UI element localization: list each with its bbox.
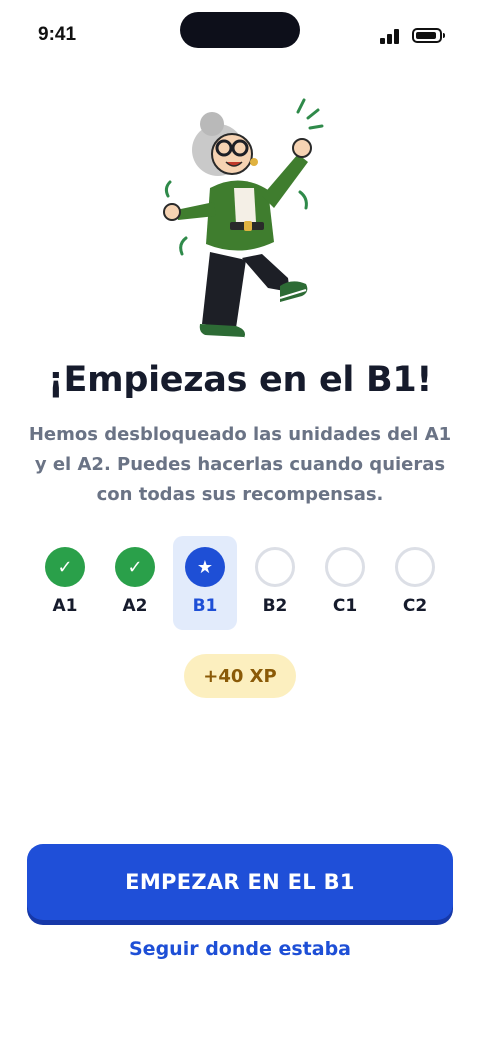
dynamic-island	[180, 12, 300, 48]
level-c2: C2	[383, 536, 447, 630]
level-label: B1	[192, 596, 218, 616]
start-b1-button[interactable]: EMPEZAR EN EL B1	[27, 844, 453, 920]
level-label: C2	[402, 596, 428, 616]
xp-badge: +40 XP	[184, 654, 296, 698]
level-b1: ★ B1	[173, 536, 237, 630]
check-icon: ✓	[45, 547, 85, 587]
continue-where-left-link[interactable]: Seguir donde estaba	[0, 938, 480, 960]
check-icon: ✓	[115, 547, 155, 587]
status-time: 9:41	[38, 24, 77, 45]
battery-icon	[412, 28, 445, 43]
empty-circle-icon	[325, 547, 365, 587]
level-label: A2	[122, 596, 148, 616]
level-a1: ✓ A1	[33, 536, 97, 630]
level-progress: ✓ A1 ✓ A2 ★ B1 B2 C1 C2	[30, 536, 450, 632]
subtitle-line: con todas sus recompensas.	[96, 484, 384, 505]
level-a2: ✓ A2	[103, 536, 167, 630]
level-c1: C1	[313, 536, 377, 630]
page-subtitle: Hemos desbloqueado las unidades del A1 y…	[28, 420, 452, 510]
level-label: A1	[52, 596, 78, 616]
status-bar: 9:41	[0, 0, 480, 72]
empty-circle-icon	[255, 547, 295, 587]
level-label: B2	[262, 596, 288, 616]
level-b2: B2	[243, 536, 307, 630]
empty-circle-icon	[395, 547, 435, 587]
dancing-grandma-illustration	[163, 98, 324, 339]
level-label: C1	[332, 596, 358, 616]
page-title: ¡Empiezas en el B1!	[47, 360, 433, 400]
star-icon: ★	[185, 547, 225, 587]
subtitle-line: Hemos desbloqueado las unidades del A1	[28, 424, 452, 445]
subtitle-line: y el A2. Puedes hacerlas cuando quieras	[34, 454, 446, 475]
onboarding-screen: 9:41 ¡Empiezas en el B1! Hemos desbloque…	[0, 0, 480, 1040]
signal-icon	[380, 28, 404, 44]
